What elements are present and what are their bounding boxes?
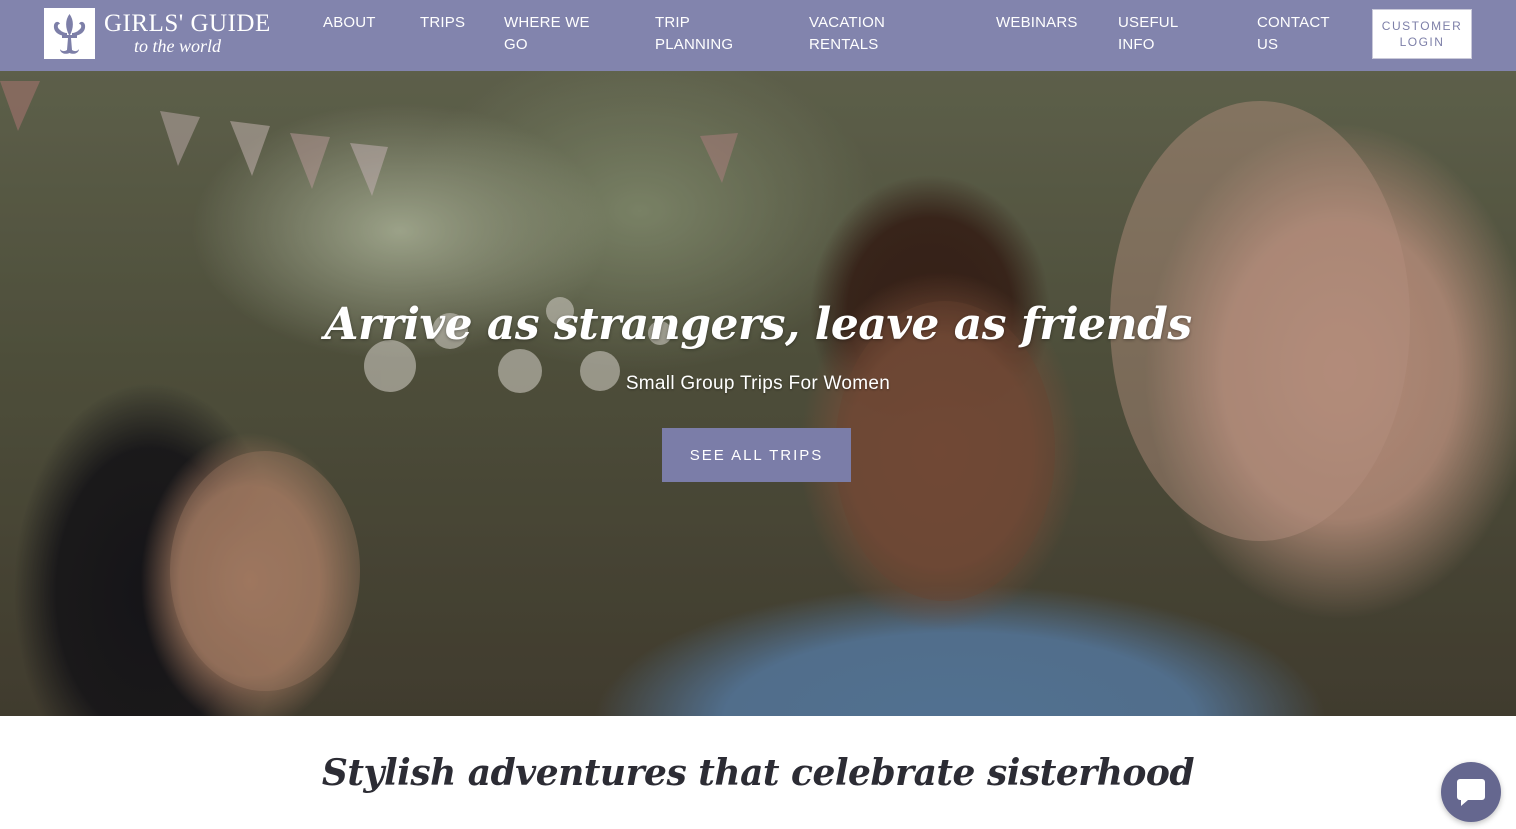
chat-bubble-icon	[1457, 779, 1485, 806]
nav-vacation-rentals[interactable]: VACATION RENTALS	[809, 12, 929, 56]
nav-trips[interactable]: TRIPS	[420, 12, 480, 34]
logo-title: GIRLS' GUIDE	[104, 10, 271, 37]
see-all-trips-button[interactable]: SEE ALL TRIPS	[662, 428, 851, 482]
nav-about[interactable]: ABOUT	[323, 12, 393, 34]
hero-banner: Arrive as strangers, leave as friends Sm…	[0, 71, 1516, 716]
nav-contact-us[interactable]: CONTACT US	[1257, 12, 1347, 56]
nav-webinars[interactable]: WEBINARS	[996, 12, 1096, 34]
customer-login-button[interactable]: CUSTOMER LOGIN	[1372, 9, 1472, 59]
hero-subheading: Small Group Trips For Women	[625, 373, 891, 394]
site-logo[interactable]: GIRLS' GUIDE to the world	[44, 8, 274, 60]
site-header: GIRLS' GUIDE to the world ABOUT TRIPS WH…	[0, 0, 1516, 71]
chat-button[interactable]	[1441, 762, 1501, 822]
section-title: Stylish adventures that celebrate sister…	[321, 752, 1195, 794]
nav-where-we-go[interactable]: WHERE WE GO	[504, 12, 604, 56]
nav-useful-info[interactable]: USEFUL INFO	[1118, 12, 1198, 56]
logo-subtitle: to the world	[134, 36, 222, 56]
nav-trip-planning[interactable]: TRIP PLANNING	[655, 12, 765, 56]
fleur-de-lis-icon	[44, 8, 95, 59]
hero-heading: Arrive as strangers, leave as friends	[324, 299, 1192, 350]
